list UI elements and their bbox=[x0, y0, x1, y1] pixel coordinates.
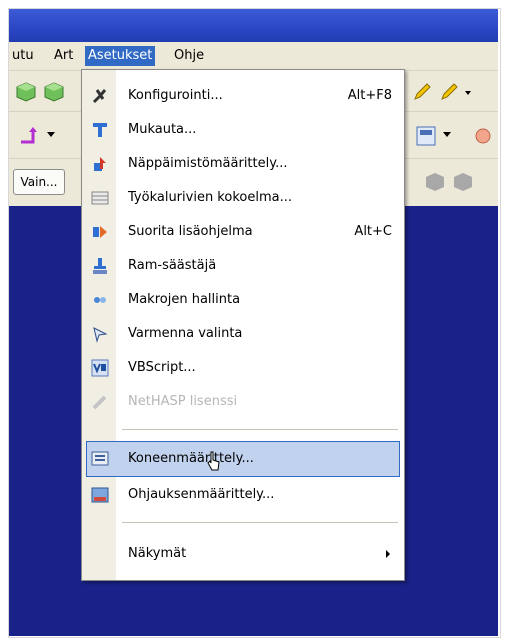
control-definition-icon bbox=[91, 487, 109, 503]
vain-button[interactable]: Vain... bbox=[13, 169, 65, 195]
toolbar-collection-icon bbox=[91, 191, 109, 205]
asetukset-dropdown-menu: Konfigurointi... Alt+F8 Mukauta... Näppä… bbox=[81, 69, 405, 581]
menu-item-shortcut: Alt+C bbox=[354, 224, 392, 239]
menu-item-ohjauksenmaarittely[interactable]: Ohjauksenmäärittely... bbox=[82, 478, 404, 512]
menu-item-label: Näkymät bbox=[128, 546, 187, 561]
keyboard-setup-icon bbox=[94, 157, 106, 171]
menu-item-nakymat[interactable]: Näkymät bbox=[82, 537, 404, 571]
run-addin-icon bbox=[93, 226, 107, 238]
menu-asetukset[interactable]: Asetukset bbox=[85, 46, 156, 66]
menu-ohje[interactable]: Ohje bbox=[171, 46, 207, 66]
grid-tool-icon[interactable] bbox=[414, 124, 438, 148]
menu-item-label: Konfigurointi... bbox=[128, 88, 223, 103]
menu-item-label: NetHASP lisenssi bbox=[128, 394, 238, 409]
chevron-down-icon[interactable] bbox=[47, 132, 55, 138]
menu-item-label: Makrojen hallinta bbox=[128, 292, 241, 307]
macro-manager-icon bbox=[94, 297, 106, 303]
menu-item-varmenna[interactable]: Varmenna valinta bbox=[82, 317, 404, 351]
menu-item-mukauta[interactable]: Mukauta... bbox=[82, 113, 404, 147]
menu-item-konfigurointi[interactable]: Konfigurointi... Alt+F8 bbox=[82, 79, 404, 113]
menu-item-label: Suorita lisäohjelma bbox=[128, 224, 253, 239]
menu-item-koneenmaarittely[interactable]: Koneenmäärittely... bbox=[86, 441, 400, 477]
menu-utu[interactable]: utu bbox=[9, 46, 37, 66]
menu-item-makrot[interactable]: Makrojen hallinta bbox=[82, 283, 404, 317]
mouse-cursor-icon bbox=[207, 451, 220, 471]
pencil-icon[interactable] bbox=[411, 81, 433, 103]
menu-item-label: VBScript... bbox=[128, 360, 196, 375]
menu-separator bbox=[122, 429, 398, 430]
menu-item-shortcut: Alt+F8 bbox=[347, 88, 392, 103]
ram-saver-icon bbox=[93, 258, 107, 274]
color-tool-icon[interactable] bbox=[471, 124, 495, 148]
arrow-tool-icon[interactable] bbox=[17, 124, 45, 148]
machine-definition-icon bbox=[91, 451, 109, 466]
title-bar bbox=[9, 9, 498, 42]
menu-item-label: Varmenna valinta bbox=[128, 326, 243, 341]
menu-item-nethasp: NetHASP lisenssi bbox=[82, 385, 404, 419]
verify-selection-icon bbox=[93, 327, 108, 343]
cube-green-2-icon[interactable] bbox=[43, 81, 65, 103]
menu-item-label: Näppäimistömäärittely... bbox=[128, 156, 288, 171]
menu-item-label: Mukauta... bbox=[128, 122, 197, 137]
chevron-down-icon[interactable] bbox=[443, 132, 451, 138]
menu-item-vbscript[interactable]: VBScript... bbox=[82, 351, 404, 385]
menu-art[interactable]: Art bbox=[51, 46, 76, 66]
menu-item-nappaimisto[interactable]: Näppäimistömäärittely... bbox=[82, 147, 404, 181]
menu-item-suorita[interactable]: Suorita lisäohjelma Alt+C bbox=[82, 215, 404, 249]
menu-bar: utu Art Asetukset Ohje bbox=[9, 42, 498, 71]
nethasp-license-icon bbox=[92, 395, 107, 410]
menu-item-ram[interactable]: Ram-säästäjä bbox=[82, 249, 404, 283]
submenu-arrow-icon bbox=[386, 550, 390, 558]
menu-item-label: Koneenmäärittely... bbox=[128, 451, 254, 466]
menu-item-label: Ohjauksenmäärittely... bbox=[128, 487, 275, 502]
shape-gray-2-icon[interactable] bbox=[452, 171, 474, 193]
vbscript-icon bbox=[91, 359, 109, 377]
wrench-config-icon bbox=[92, 89, 107, 104]
menu-item-label: Ram-säästäjä bbox=[128, 258, 217, 273]
pencil-dropdown-icon[interactable] bbox=[439, 81, 473, 103]
menu-item-tyokalurivit[interactable]: Työkalurivien kokoelma... bbox=[82, 181, 404, 215]
shape-gray-icon[interactable] bbox=[424, 171, 446, 193]
customize-icon bbox=[93, 123, 107, 137]
menu-item-label: Työkalurivien kokoelma... bbox=[128, 190, 292, 205]
menu-separator bbox=[122, 522, 398, 523]
cube-green-icon[interactable] bbox=[15, 81, 37, 103]
